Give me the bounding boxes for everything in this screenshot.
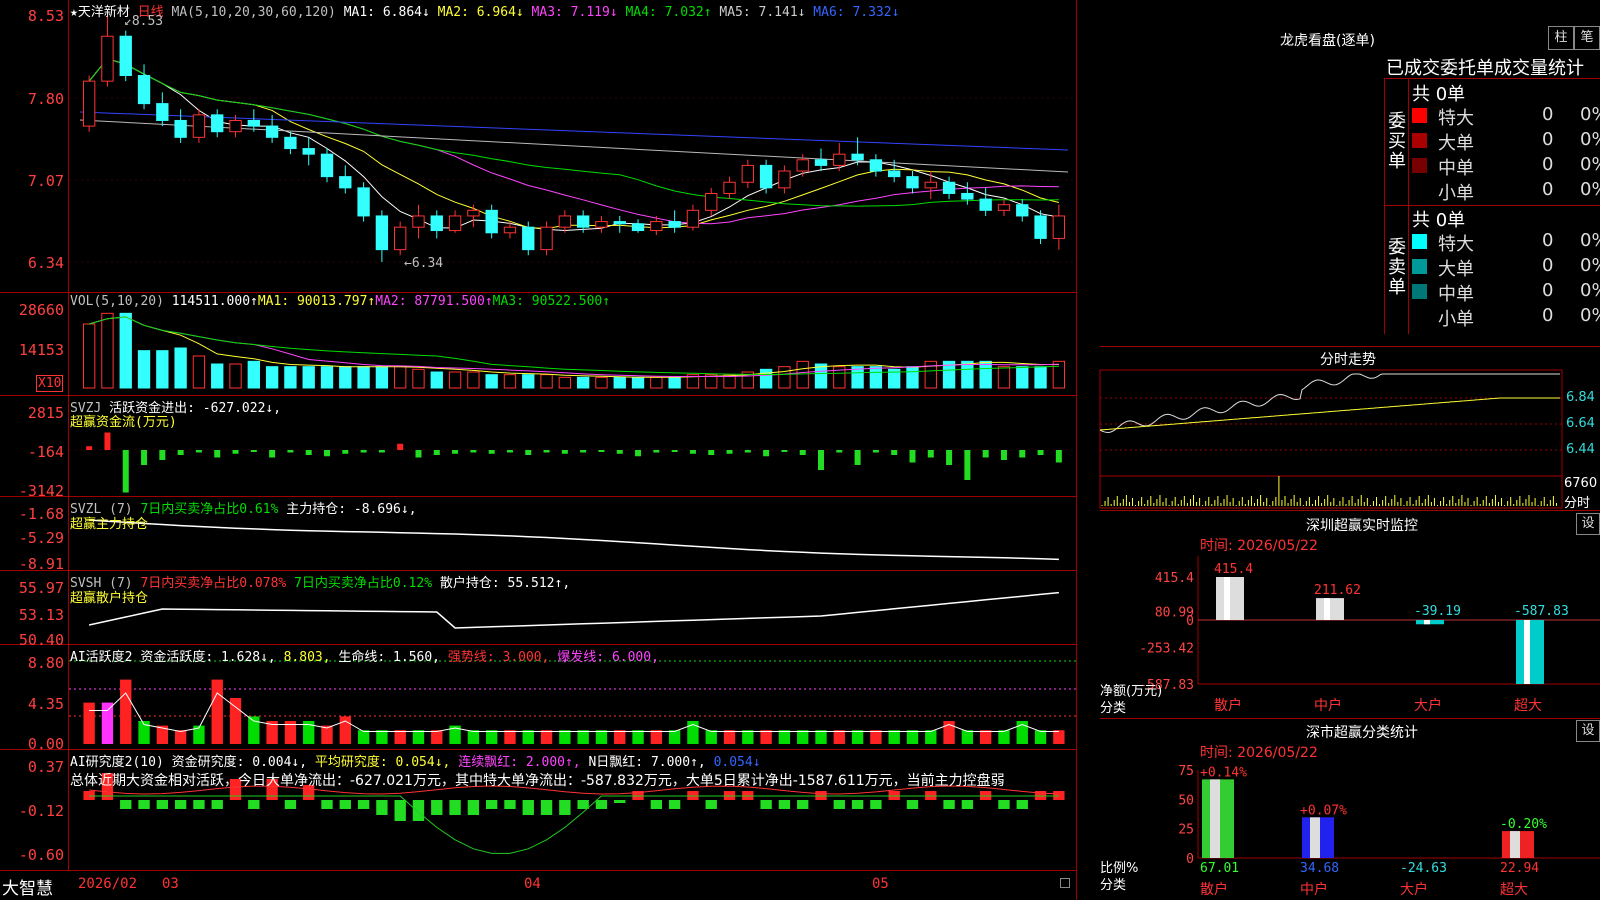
fl-category: 中户 xyxy=(1300,881,1328,898)
fl-bar-value: -24.63 xyxy=(1400,861,1447,876)
fl-axis-tick: 75 xyxy=(1178,764,1194,779)
fl-bar-pct: +0.14% xyxy=(1200,765,1247,780)
fl-bar-value: 22.94 xyxy=(1500,861,1539,876)
fl-axis-tick: 25 xyxy=(1178,823,1194,838)
fl-bar-highlight xyxy=(1510,831,1520,858)
fl-bar-value: 34.68 xyxy=(1300,861,1339,876)
fl-category: 散户 xyxy=(1200,881,1228,898)
fl-bar-pct: +0.07% xyxy=(1300,803,1347,818)
fl-category: 超大 xyxy=(1500,882,1528,898)
fl-bar-chart: 75 50 25 0 +0.14% 67.01 散户 +0.07% 34.68 中户 -24.63 大… xyxy=(1178,764,1600,898)
fl-bar-value: 67.01 xyxy=(1200,861,1239,876)
fl-category: 大户 xyxy=(1400,881,1428,898)
fl-axis-tick: 50 xyxy=(1178,793,1194,808)
fl-bar-highlight xyxy=(1310,817,1320,858)
fl-axis-tick: 0 xyxy=(1186,852,1194,867)
fl-bar-pct: -0.20% xyxy=(1500,817,1547,832)
fl-xlabel: 分类 xyxy=(1100,878,1127,893)
fl-bar-highlight xyxy=(1210,779,1220,858)
